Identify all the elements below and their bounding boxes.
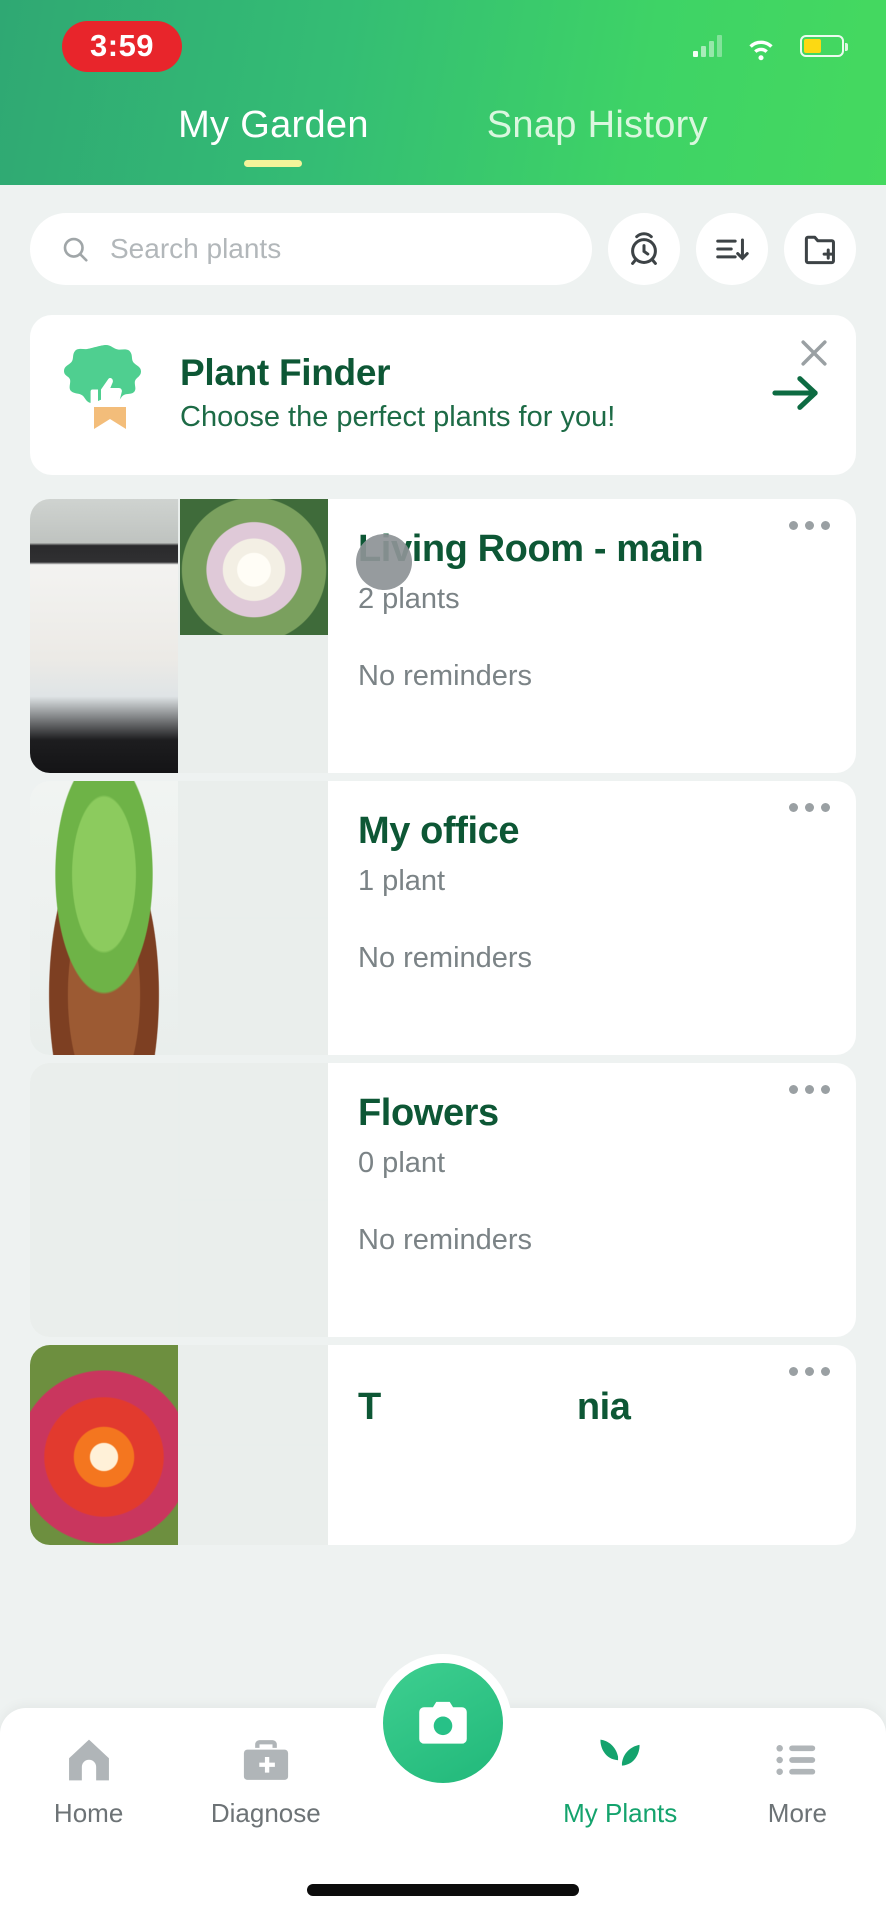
close-icon[interactable] [794, 333, 834, 373]
nav-item-more[interactable]: More [709, 1734, 886, 1829]
plant-finder-title: Plant Finder [180, 352, 391, 394]
active-tab-underline [244, 160, 303, 167]
home-icon [68, 1739, 109, 1781]
table-row[interactable]: Flowers 0 plant No reminders [30, 1063, 856, 1337]
garden-thumbnail-empty [180, 781, 328, 917]
search-row: Search plants [0, 185, 886, 285]
garden-thumbnail-empty [180, 1201, 328, 1337]
nav-item-more-label: More [767, 1798, 828, 1828]
garden-card-body: Flowers 0 plant No reminders [328, 1063, 856, 1337]
medical-bag-plus-icon [243, 1740, 288, 1780]
tab-my-garden-label: My Garden [178, 104, 369, 146]
plant-finder-banner[interactable]: Plant Finder Choose the perfect plants f… [30, 315, 856, 475]
search-icon [63, 237, 88, 262]
garden-title-right: nia [576, 1386, 631, 1428]
thumbs-up-badge-icon [58, 341, 154, 445]
tab-snap-history[interactable]: Snap History [483, 106, 712, 144]
garden-thumbnails [30, 499, 328, 773]
more-options-icon[interactable] [789, 1367, 830, 1376]
sort-button[interactable] [696, 213, 768, 285]
header-tabs: My Garden Snap History [0, 92, 886, 167]
cursor-pointer [356, 534, 412, 590]
garden-thumbnails [30, 1063, 328, 1337]
garden-card-body: Tnia [328, 1345, 856, 1545]
garden-thumbnail-empty [180, 1446, 328, 1545]
nav-item-my-plants-label: My Plants [563, 1798, 678, 1828]
garden-plant-count: 0 plant [358, 1146, 446, 1179]
garden-thumbnail-empty [30, 1063, 178, 1337]
garden-title: Tnia [358, 1386, 828, 1429]
garden-reminders: No reminders [358, 941, 533, 974]
folder-plus-icon [804, 235, 835, 265]
status-bar-clock: 3:59 [62, 20, 183, 72]
garden-thumbnail-empty [180, 637, 328, 773]
arrow-right-icon[interactable] [768, 370, 824, 416]
sprout-icon [600, 1739, 640, 1781]
garden-thumbnail-empty [180, 919, 328, 1055]
wifi-icon [749, 40, 773, 61]
status-bar-indicators [693, 29, 848, 63]
garden-title: Flowers [358, 1092, 499, 1134]
more-options-icon[interactable] [789, 803, 830, 812]
garden-list: Living Room - main 2 plants No reminders… [0, 475, 886, 1545]
home-indicator [307, 1884, 579, 1896]
sort-descending-icon [716, 238, 749, 261]
tab-snap-history-label: Snap History [486, 104, 708, 146]
more-options-icon[interactable] [789, 521, 830, 530]
garden-reminders: No reminders [358, 659, 533, 692]
garden-card-body: Living Room - main 2 plants No reminders [328, 499, 856, 773]
alarm-clock-icon [631, 232, 657, 265]
app-header: 3:59 My Garden Snap History [0, 0, 886, 185]
garden-thumbnail [30, 1345, 178, 1545]
nav-item-my-plants[interactable]: My Plants [532, 1734, 709, 1829]
garden-plant-count: 1 plant [358, 864, 446, 897]
garden-thumbnail-empty [180, 1345, 328, 1444]
add-folder-button[interactable] [784, 213, 856, 285]
garden-plant-count: 2 plants [358, 582, 460, 615]
garden-title-left: T [358, 1386, 381, 1428]
garden-thumbnail [30, 781, 178, 1055]
nav-item-diagnose-label: Diagnose [210, 1798, 321, 1828]
cellular-signal-icon [693, 35, 722, 57]
garden-thumbnail-empty [180, 1063, 328, 1199]
plant-finder-text: Plant Finder Choose the perfect plants f… [180, 352, 742, 434]
garden-title: Living Room - main [358, 528, 704, 570]
garden-card-body: My office 1 plant No reminders [328, 781, 856, 1055]
tab-my-garden[interactable]: My Garden [174, 106, 373, 167]
more-options-icon[interactable] [789, 1085, 830, 1094]
status-bar: 3:59 [0, 0, 886, 92]
camera-capture-button[interactable] [374, 1654, 512, 1792]
garden-thumbnails [30, 781, 328, 1055]
battery-icon [800, 35, 848, 57]
table-row[interactable]: My office 1 plant No reminders [30, 781, 856, 1055]
nav-item-home[interactable]: Home [0, 1734, 177, 1829]
garden-thumbnail [180, 499, 328, 635]
garden-thumbnail [30, 499, 178, 773]
garden-thumbnails [30, 1345, 328, 1545]
table-row[interactable]: Tnia [30, 1345, 856, 1545]
search-placeholder: Search plants [110, 233, 282, 264]
table-row[interactable]: Living Room - main 2 plants No reminders [30, 499, 856, 773]
reminders-alarm-button[interactable] [608, 213, 680, 285]
plant-finder-subtitle: Choose the perfect plants for you! [180, 400, 616, 433]
nav-item-home-label: Home [53, 1798, 124, 1828]
camera-icon [419, 1701, 467, 1744]
garden-reminders: No reminders [358, 1223, 533, 1256]
list-menu-icon [776, 1745, 816, 1775]
nav-item-diagnose[interactable]: Diagnose [177, 1734, 354, 1829]
garden-title: My office [358, 810, 520, 852]
search-input[interactable]: Search plants [30, 213, 592, 285]
